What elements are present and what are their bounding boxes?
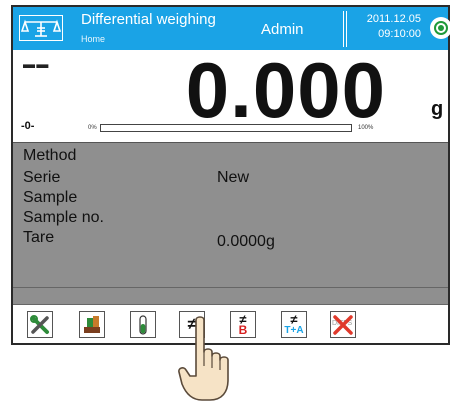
balance-screen: Differential weighing Home Admin 2011.12… [11, 5, 452, 345]
info-value-tare: 0.0000g [217, 233, 275, 250]
capacity-bar [100, 124, 352, 132]
settings-tools-icon [30, 314, 49, 334]
hand-pointer-icon [178, 316, 229, 401]
breadcrumb: Home [81, 34, 106, 44]
differential-b-button[interactable]: ≠ B [230, 311, 256, 338]
date-text: 2011.12.05 [366, 13, 421, 25]
bottom-toolbar: ≠ ≠ B ≠ T+A DIFFS [13, 304, 448, 343]
status-ok-icon[interactable] [430, 17, 452, 39]
mode-title: Differential weighing [81, 11, 216, 28]
info-label-method: Method [23, 147, 77, 164]
stability-mark: ▬ ▬ [23, 57, 48, 71]
scale-balance-icon[interactable] [19, 15, 63, 41]
header-divider [346, 11, 347, 47]
tare-box-icon [84, 315, 100, 333]
delete-series-button[interactable]: DIFFS [330, 311, 356, 338]
info-label-sample: Sample [23, 189, 78, 206]
info-label-serie: Serie [23, 169, 61, 186]
info-value-serie: New [217, 169, 250, 186]
time-text: 09:10:00 [378, 28, 421, 40]
header-divider [343, 11, 344, 47]
weight-value: 0.000 [185, 46, 386, 134]
weight-unit[interactable]: g [431, 98, 443, 121]
zero-indicator: -0- [21, 120, 35, 132]
info-label-tare: Tare [23, 229, 55, 246]
user-name[interactable]: Admin [261, 21, 304, 38]
datetime: 2011.12.05 09:10:00 [351, 12, 421, 42]
bar-max-label: 100% [358, 125, 374, 131]
tare-box-button[interactable] [79, 311, 105, 338]
bar-min-label: 0% [88, 125, 97, 131]
test-tube-icon [139, 314, 147, 335]
delete-series-icon: DIFFS [331, 313, 355, 337]
differential-b-icon: ≠ B [238, 311, 248, 337]
info-panel: Method Serie New Sample Sample no. Tare … [13, 142, 448, 287]
differential-ta-button[interactable]: ≠ T+A [281, 311, 307, 338]
weighing-display: ▬ ▬ 0.000 g -0- 0% 100% [13, 46, 448, 142]
test-tube-button[interactable] [130, 311, 156, 338]
info-label-sample-no: Sample no. [23, 209, 104, 226]
info-strip [13, 287, 448, 304]
settings-tools-button[interactable] [27, 311, 53, 338]
differential-ta-icon: ≠ T+A [284, 311, 304, 336]
